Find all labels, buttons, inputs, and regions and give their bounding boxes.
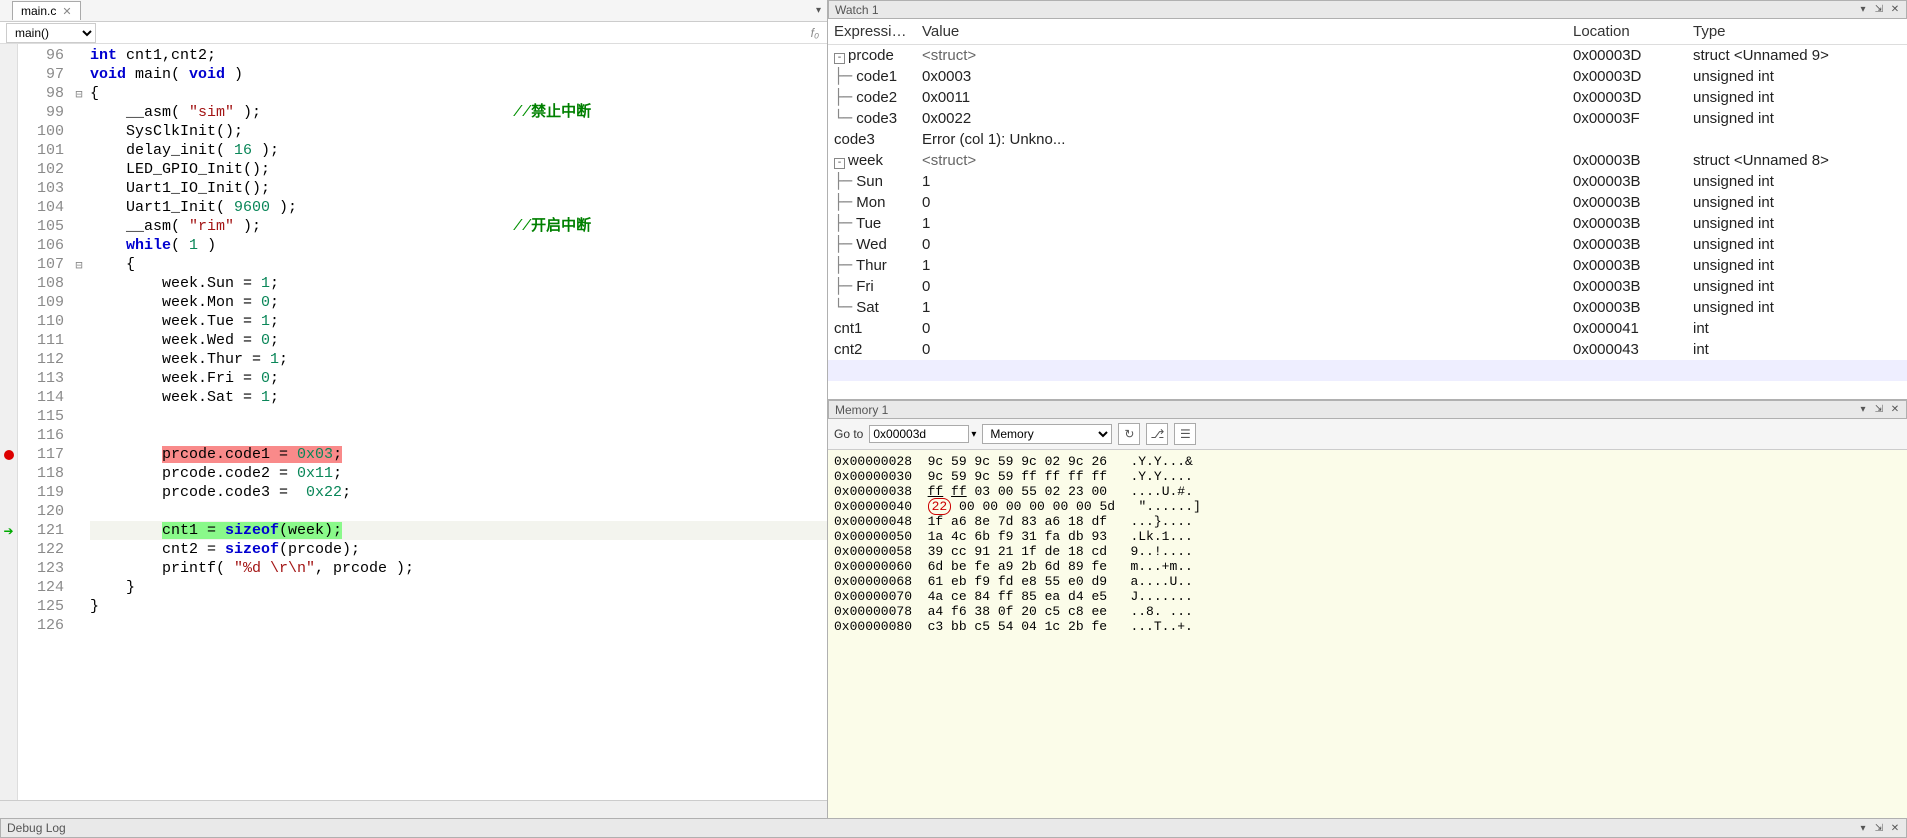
watch-col-loc[interactable]: Location xyxy=(1567,19,1687,45)
watch-row[interactable]: ├─ Fri00x00003Bunsigned int xyxy=(828,276,1907,297)
memory-panel: Memory 1 ▾ ⇲ ✕ Go to ▾ Memory ↻ ⎇ xyxy=(828,400,1907,818)
panel-pin-icon[interactable]: ⇲ xyxy=(1872,4,1886,15)
watch-col-type[interactable]: Type xyxy=(1687,19,1907,45)
panel-menu-icon[interactable]: ▾ xyxy=(1856,823,1870,834)
watch-row[interactable]: cnt100x000041int xyxy=(828,318,1907,339)
code-text[interactable]: int cnt1,cnt2;void main( void ){ __asm( … xyxy=(86,44,827,800)
tab-overflow-icon[interactable]: ▾ xyxy=(816,5,821,16)
editor-tab-strip: main.c ✕ ▾ xyxy=(0,0,827,22)
debug-log-panel[interactable]: Debug Log ▾ ⇲ ✕ xyxy=(0,818,1907,838)
panel-pin-icon[interactable]: ⇲ xyxy=(1872,823,1886,834)
watch-table[interactable]: Expressi… Value Location Type -prcode<st… xyxy=(828,19,1907,399)
watch-row[interactable]: ├─ Tue10x00003Bunsigned int xyxy=(828,213,1907,234)
watch-row[interactable]: └─ Sat10x00003Bunsigned int xyxy=(828,297,1907,318)
file-tab-label: main.c xyxy=(21,4,56,18)
watch-row[interactable]: ├─ Thur10x00003Bunsigned int xyxy=(828,255,1907,276)
debug-log-title: Debug Log xyxy=(7,821,66,835)
panel-close-icon[interactable]: ✕ xyxy=(1888,823,1902,834)
watch-col-value[interactable]: Value xyxy=(916,19,1567,45)
watch-row[interactable]: -week<struct>0x00003Bstruct <Unnamed 8> xyxy=(828,150,1907,171)
goto-label: Go to xyxy=(834,427,863,441)
close-tab-icon[interactable]: ✕ xyxy=(62,5,71,18)
panel-menu-icon[interactable]: ▾ xyxy=(1856,4,1870,15)
watch-row[interactable]: cnt200x000043int xyxy=(828,339,1907,360)
tree-expander-icon[interactable]: - xyxy=(834,53,845,64)
panel-close-icon[interactable]: ✕ xyxy=(1888,404,1902,415)
watch-row[interactable]: └─ code30x00220x00003Funsigned int xyxy=(828,108,1907,129)
memory-refresh-button[interactable]: ↻ xyxy=(1118,423,1140,445)
panel-pin-icon[interactable]: ⇲ xyxy=(1872,404,1886,415)
tree-expander-icon[interactable]: - xyxy=(834,158,845,169)
fold-gutter[interactable]: ⊟⊟ xyxy=(72,44,86,800)
function-bar: main() f₀ xyxy=(0,22,827,44)
watch-row[interactable]: -prcode<struct>0x00003Dstruct <Unnamed 9… xyxy=(828,45,1907,66)
watch-row[interactable]: ├─ code20x00110x00003Dunsigned int xyxy=(828,87,1907,108)
watch-row[interactable]: ├─ code10x00030x00003Dunsigned int xyxy=(828,66,1907,87)
watch-row[interactable]: code3Error (col 1): Unkno... xyxy=(828,129,1907,150)
panel-close-icon[interactable]: ✕ xyxy=(1888,4,1902,15)
code-area[interactable]: ➔ 96979899100101102103104105106107108109… xyxy=(0,44,827,800)
panel-menu-icon[interactable]: ▾ xyxy=(1856,404,1870,415)
memory-context-select[interactable]: Memory xyxy=(982,424,1112,444)
watch-panel-header[interactable]: Watch 1 ▾ ⇲ ✕ xyxy=(828,0,1907,19)
watch-add-row[interactable] xyxy=(828,360,1907,381)
function-marker: f₀ xyxy=(811,26,819,40)
line-number-gutter: 9697989910010110210310410510610710810911… xyxy=(18,44,72,800)
watch-title: Watch 1 xyxy=(835,3,879,17)
memory-hex-view[interactable]: 0x00000028 9c 59 9c 59 9c 02 9c 26 .Y.Y.… xyxy=(828,450,1907,818)
memory-format-button[interactable]: ⎇ xyxy=(1146,423,1168,445)
goto-input[interactable] xyxy=(869,425,969,443)
file-tab[interactable]: main.c ✕ xyxy=(12,1,81,20)
watch-row[interactable]: ├─ Wed00x00003Bunsigned int xyxy=(828,234,1907,255)
watch-col-expr[interactable]: Expressi… xyxy=(828,19,916,45)
function-selector[interactable]: main() xyxy=(6,23,96,43)
memory-settings-button[interactable]: ☰ xyxy=(1174,423,1196,445)
memory-toolbar: Go to ▾ Memory ↻ ⎇ ☰ xyxy=(828,419,1907,450)
breakpoint-gutter[interactable]: ➔ xyxy=(0,44,18,800)
horizontal-scrollbar[interactable] xyxy=(0,800,827,818)
watch-panel: Watch 1 ▾ ⇲ ✕ Expressi… Value Location xyxy=(828,0,1907,400)
watch-row[interactable]: ├─ Mon00x00003Bunsigned int xyxy=(828,192,1907,213)
watch-row[interactable]: ├─ Sun10x00003Bunsigned int xyxy=(828,171,1907,192)
memory-title: Memory 1 xyxy=(835,403,888,417)
code-editor-panel: main.c ✕ ▾ main() f₀ ➔ 96979899100101102… xyxy=(0,0,828,818)
memory-panel-header[interactable]: Memory 1 ▾ ⇲ ✕ xyxy=(828,400,1907,419)
